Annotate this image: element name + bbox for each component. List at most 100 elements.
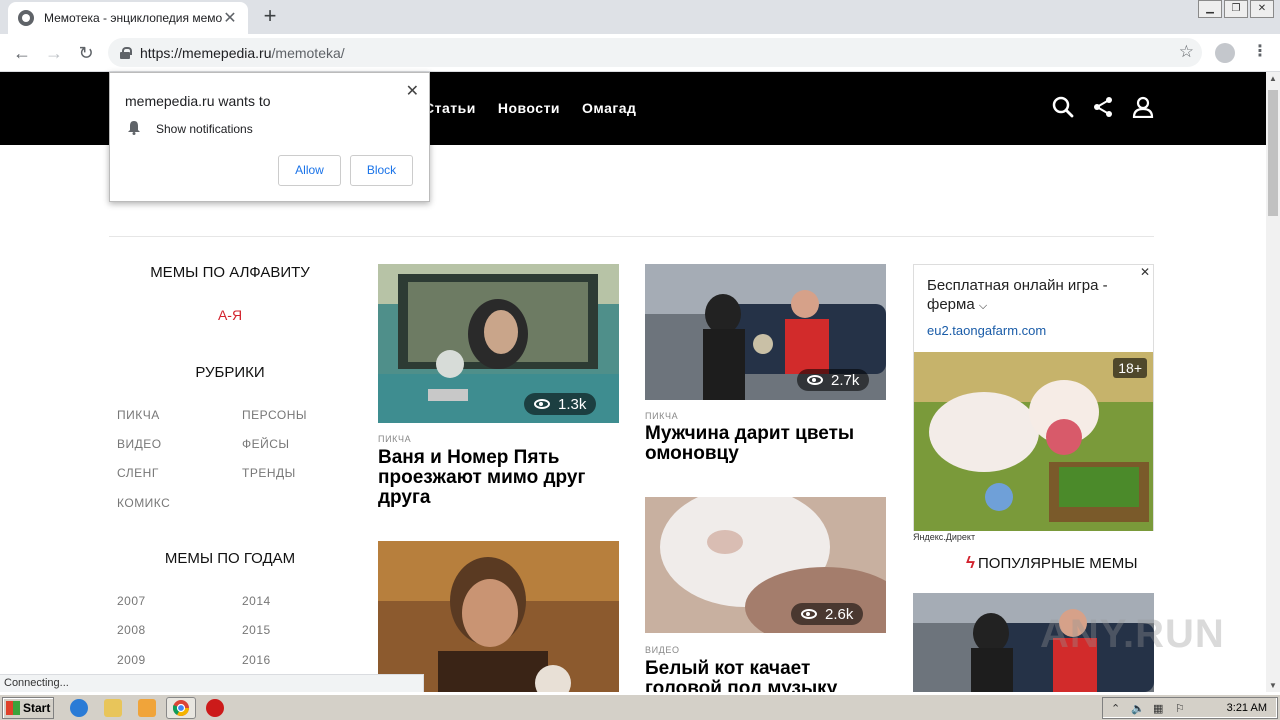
browser-tab[interactable]: Мемотека - энциклопедия мемов ✕ [8,2,248,34]
popup-title: memepedia.ru wants to [125,93,271,109]
notification-permission-popup: memepedia.ru wants to ✕ Show notificatio… [109,72,430,202]
meme-thumbnail-laughing-man[interactable] [378,541,619,692]
rubric-link-faces[interactable]: ФЕЙСЫ [242,437,290,451]
card-title[interactable]: Белый кот качает головой под музыку [645,659,885,692]
bell-icon [128,121,140,135]
view-count-badge: 2.7k [797,369,870,391]
tray-expand-icon[interactable]: ⌃ [1111,702,1120,715]
eye-icon [807,375,823,385]
url-host: https://memepedia.ru [140,44,272,61]
anyrun-watermark: ANY.RUN [1040,612,1225,656]
rubric-link-video[interactable]: ВИДЕО [117,437,162,451]
tab-close-icon[interactable]: ✕ [222,8,238,28]
rubric-link-trends[interactable]: ТРЕНДЫ [242,466,296,480]
page-scrollbar[interactable]: ▲ ▼ [1266,72,1280,692]
alphabet-heading: МЕМЫ ПО АЛФАВИТУ [150,264,310,281]
address-bar[interactable]: https://memepedia.ru/memoteka/ ☆ [108,38,1202,67]
nav-item-omagad[interactable]: Омагад [582,100,636,116]
media-player-icon[interactable] [138,699,156,717]
allow-button[interactable]: Allow [278,155,341,186]
rubric-link-slang[interactable]: СЛЕНГ [117,466,159,480]
lightning-icon: ϟ [966,553,975,572]
content-divider [109,236,1154,237]
scroll-down-arrow-icon[interactable]: ▼ [1266,681,1280,690]
card-category[interactable]: ПИКЧА [378,434,411,444]
start-button[interactable]: Start [2,697,54,719]
meme-thumbnail-cat[interactable]: 2.6k [645,497,886,633]
farm-cow-image [914,352,1153,531]
eye-icon [534,399,550,409]
tab-strip: Мемотека - энциклопедия мемов ✕ + ▁ ❐ ✕ [0,0,1280,34]
nav-item-articles[interactable]: Статьи [424,100,476,116]
year-link[interactable]: 2007 [117,594,146,608]
year-link[interactable]: 2014 [242,594,271,608]
folder-icon[interactable] [104,699,122,717]
meme-thumbnail-car[interactable]: 1.3k [378,264,619,423]
view-count: 2.6k [825,605,854,623]
windows-logo-icon [6,701,20,715]
chevron-down-icon[interactable]: ⌵ [979,300,987,312]
scroll-up-arrow-icon[interactable]: ▲ [1266,74,1280,83]
chrome-icon [173,700,189,716]
restore-button[interactable]: ❐ [1224,0,1248,18]
clock[interactable]: 3:21 AM [1227,702,1267,714]
ad-domain[interactable]: eu2.taongafarm.com [927,323,1046,338]
opera-icon[interactable] [206,699,224,717]
ad-title[interactable]: Бесплатная онлайн игра - ферма ⌵ [927,276,1132,316]
block-button[interactable]: Block [350,155,413,186]
year-link[interactable]: 2015 [242,623,271,637]
view-count-badge: 1.3k [524,393,597,415]
ad-banner[interactable]: Бесплатная онлайн игра - ферма ⌵ ✕ eu2.t… [913,264,1154,531]
globe-icon [18,10,34,26]
forward-button[interactable]: → [42,41,66,65]
flag-icon[interactable]: ⚐ [1175,702,1185,715]
view-count: 2.7k [831,371,860,389]
back-button[interactable]: ← [10,41,34,65]
rubric-link-pikcha[interactable]: ПИКЧА [117,408,160,422]
site-nav: Статьи Новости Омагад [424,100,636,116]
card-title[interactable]: Ваня и Номер Пять проезжают мимо друг др… [378,448,618,508]
alphabet-link[interactable]: А-Я [110,307,350,323]
popular-heading-text: ПОПУЛЯРНЫЕ МЕМЫ [978,554,1138,572]
card-category[interactable]: ПИКЧА [645,411,678,421]
ad-source-label[interactable]: Яндекс.Директ [913,532,975,542]
meme-thumbnail-flowers[interactable]: 2.7k [645,264,886,400]
network-icon[interactable]: ▦ [1153,702,1163,715]
user-icon[interactable] [1132,96,1154,118]
popup-permission-text: Show notifications [156,122,253,136]
laughing-man-image [378,541,619,692]
internet-explorer-icon[interactable] [70,699,88,717]
new-tab-button[interactable]: + [258,5,282,29]
view-count-badge: 2.6k [791,603,864,625]
system-tray: ⌃ 🔈 ▦ ⚐ 3:21 AM [1102,697,1278,719]
years-heading: МЕМЫ ПО ГОДАМ [164,550,296,567]
card-title[interactable]: Мужчина дарит цветы омоновцу [645,424,885,464]
minimize-button[interactable]: ▁ [1198,0,1222,18]
header-icons [1052,96,1154,118]
scroll-thumb[interactable] [1268,90,1278,216]
chrome-taskbar-button[interactable] [166,697,196,719]
popup-close-icon[interactable]: ✕ [406,81,419,101]
ad-farm-image[interactable]: 18+ [914,352,1153,531]
reload-button[interactable]: ↻ [74,41,98,65]
ad-close-icon[interactable]: ✕ [1140,265,1150,279]
profile-avatar[interactable] [1215,43,1235,63]
year-link[interactable]: 2009 [117,653,146,667]
volume-icon[interactable]: 🔈 [1131,702,1145,715]
bookmark-star-icon[interactable]: ☆ [1179,42,1194,62]
year-link[interactable]: 2008 [117,623,146,637]
age-rating-badge: 18+ [1113,358,1147,378]
windows-taskbar: Start ⌃ 🔈 ▦ ⚐ 3:21 AM [0,694,1280,720]
rubric-link-persons[interactable]: ПЕРСОНЫ [242,408,307,422]
year-link[interactable]: 2016 [242,653,271,667]
eye-icon [801,609,817,619]
card-category[interactable]: ВИДЕО [645,645,680,655]
rubric-link-comics[interactable]: КОМИКС [117,496,170,510]
share-icon[interactable] [1092,96,1114,118]
chrome-menu-icon[interactable]: ⋮ [1252,41,1268,61]
search-icon[interactable] [1052,96,1074,118]
nav-item-news[interactable]: Новости [498,100,560,116]
url-path: /memoteka/ [271,44,345,61]
browser-toolbar: ← → ↻ https://memepedia.ru/memoteka/ ☆ ⋮ [0,34,1280,72]
close-window-button[interactable]: ✕ [1250,0,1274,18]
